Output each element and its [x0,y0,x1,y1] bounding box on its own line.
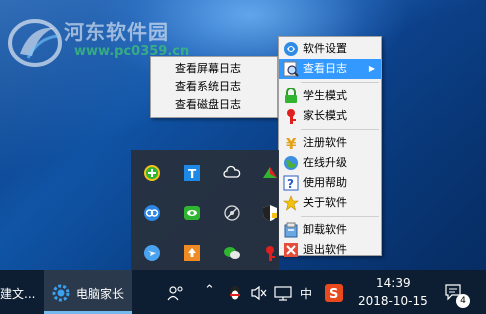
menu-item-register[interactable]: ¥ 注册软件 [279,133,381,153]
menu-separator [301,82,379,83]
blue-t-icon[interactable]: T [183,164,201,182]
globe-icon [284,156,298,170]
menu-item-uninstall[interactable]: 卸载软件 [279,220,381,240]
submenu-arrow-icon: ▶ [368,64,375,73]
watermark-logo [8,19,62,67]
red-key-icon[interactable] [261,244,279,262]
help-icon: ? [283,175,299,191]
menu-item-label: 软件设置 [303,42,347,55]
blue-bird-icon[interactable] [143,244,161,262]
svg-text:S: S [329,287,338,302]
menu-item-label: 退出软件 [303,243,347,256]
svg-text:¥: ¥ [286,135,297,151]
taskbar-app-partial[interactable]: 建文... [0,285,35,302]
menu-item-disk-log[interactable]: 查看磁盘日志 [151,96,277,114]
menu-item-label: 卸载软件 [303,223,347,236]
exit-icon [284,243,298,257]
menu-item-help[interactable]: ? 使用帮助 [279,173,381,193]
qq-penguin-icon[interactable] [227,284,243,302]
menu-item-about[interactable]: 关于软件 [279,193,381,213]
orange-upload-icon[interactable] [183,244,201,262]
search-log-icon [283,61,299,77]
svg-text:T: T [188,167,197,181]
satellite-icon[interactable] [223,204,241,222]
ime-indicator[interactable]: 中 [300,285,312,302]
menu-item-label: 查看日志 [303,62,347,75]
tray-overflow-panel: T [131,150,279,270]
menu-item-screen-log[interactable]: 查看屏幕日志 [151,60,277,78]
menu-item-online-upgrade[interactable]: 在线升级 [279,153,381,173]
red-key-icon [287,109,296,124]
taskbar-app-label: 电脑家长 [76,287,125,301]
cloud-icon[interactable] [223,164,241,182]
log-submenu: 查看屏幕日志 查看系统日志 查看磁盘日志 [150,56,278,118]
green-eye-icon[interactable] [183,204,201,222]
uninstall-icon [284,222,298,238]
menu-item-system-log[interactable]: 查看系统日志 [151,78,277,96]
watermark-site-name: 河东软件园 [64,20,169,44]
parent-app-gear-icon [52,284,70,302]
taskbar: 建文... 电脑家长 ⌃ 中 S 14:39 2018-10-15 4 [0,270,486,314]
star-icon [283,195,299,211]
menu-item-exit[interactable]: 退出软件 [279,240,381,260]
green-plus-icon[interactable] [143,164,161,182]
clock-time[interactable]: 14:39 [376,276,411,290]
clock-date[interactable]: 2018-10-15 [358,294,428,308]
menu-separator [301,129,379,130]
baidu-cloud-icon[interactable] [143,204,161,222]
show-hidden-icons-chevron-icon[interactable]: ⌃ [204,283,215,298]
svg-text:?: ? [287,177,294,191]
shield-icon[interactable] [261,204,279,222]
dollar-icon: ¥ [286,135,297,151]
menu-item-label: 使用帮助 [303,176,347,189]
menu-item-parent-mode[interactable]: 家长模式 [279,106,381,126]
menu-item-label: 注册软件 [303,136,347,149]
people-icon[interactable] [166,284,186,302]
notification-count-badge: 4 [456,294,470,308]
menu-item-label: 家长模式 [303,109,347,122]
menu-item-settings[interactable]: 软件设置 [279,39,381,59]
sogou-ime-icon[interactable]: S [324,283,344,303]
settings-icon [284,42,298,56]
colorful-icon[interactable] [261,164,279,182]
wechat-icon[interactable] [223,244,241,262]
menu-item-view-logs[interactable]: 查看日志 ▶ [279,59,381,79]
volume-muted-icon[interactable] [250,285,268,301]
menu-separator [301,216,379,217]
tray-context-menu: 软件设置 查看日志 ▶ 学生模式 家长模式 ¥ 注册软件 在线升级 ? 使用帮助… [278,36,382,257]
menu-item-label: 学生模式 [303,89,347,102]
menu-item-label: 在线升级 [303,156,347,169]
green-lock-icon [285,88,297,103]
menu-item-student-mode[interactable]: 学生模式 [279,86,381,106]
menu-item-label: 关于软件 [303,196,347,209]
network-icon[interactable] [274,285,292,301]
